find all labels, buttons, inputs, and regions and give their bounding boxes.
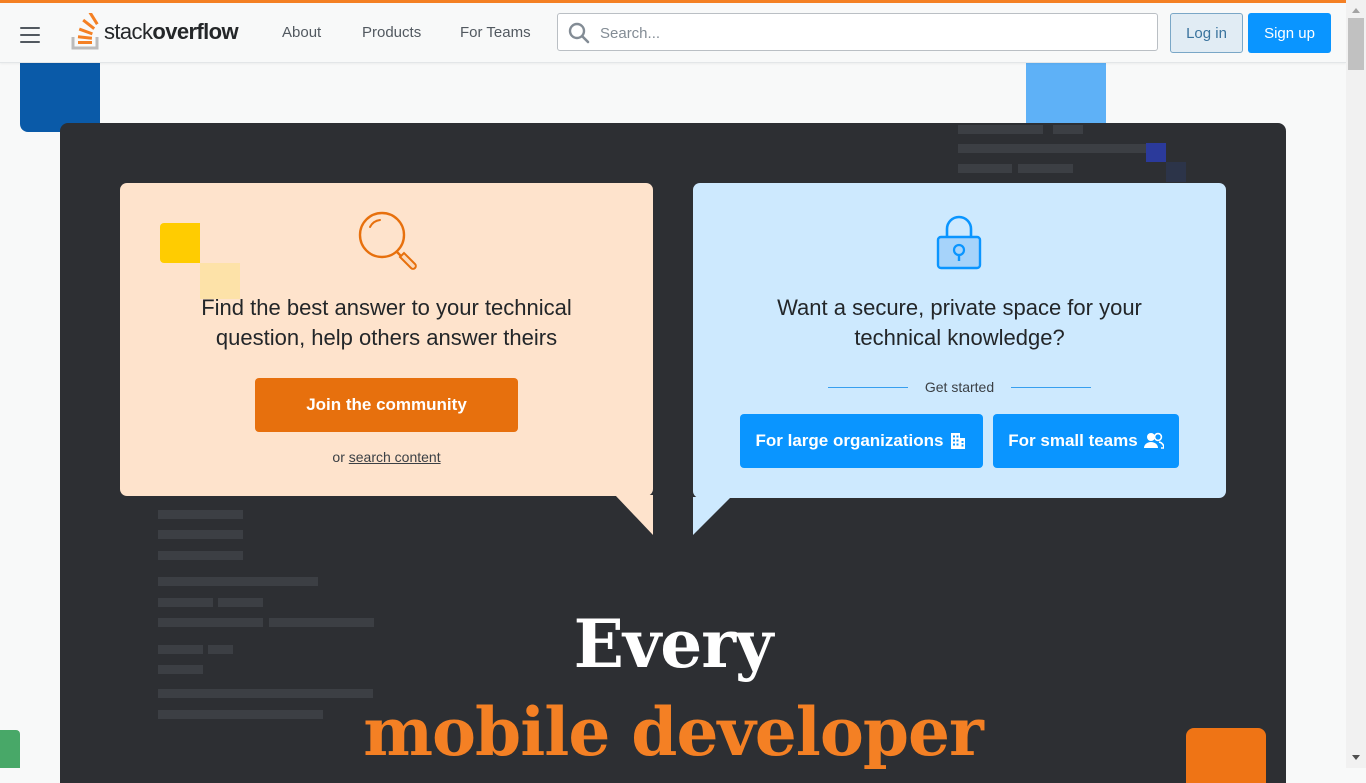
community-card: Find the best answer to your technical q… xyxy=(120,183,653,496)
decor-line xyxy=(958,164,1012,173)
hero-section: Find the best answer to your technical q… xyxy=(60,123,1286,783)
small-teams-label: For small teams xyxy=(1008,431,1138,450)
stack-overflow-logo[interactable]: stackoverflow xyxy=(70,12,239,52)
scroll-down-arrow-icon[interactable] xyxy=(1352,755,1360,760)
get-started-label: Get started xyxy=(924,379,995,395)
decor-line xyxy=(958,144,1148,153)
join-community-button[interactable]: Join the community xyxy=(255,378,518,432)
nav-about[interactable]: About xyxy=(282,24,321,41)
decor-square-navy xyxy=(1146,143,1166,162)
vertical-scrollbar[interactable] xyxy=(1346,0,1366,768)
decor-line xyxy=(1018,164,1073,173)
small-teams-button[interactable]: For small teams xyxy=(993,414,1179,468)
search-input[interactable] xyxy=(598,14,1152,52)
decor-line xyxy=(158,577,318,586)
menu-icon[interactable] xyxy=(20,27,40,43)
decor-square-navy-faint xyxy=(1166,162,1186,182)
nav-products[interactable]: Products xyxy=(362,24,421,41)
scroll-thumb[interactable] xyxy=(1348,18,1364,70)
decor-block-green xyxy=(0,730,20,768)
signup-button[interactable]: Sign up xyxy=(1248,13,1331,53)
decor-line xyxy=(158,510,243,519)
teams-text-line2: technical knowledge? xyxy=(854,325,1065,350)
users-icon xyxy=(1143,432,1164,449)
decor-line xyxy=(958,125,1043,134)
decor-block-orange xyxy=(1186,728,1266,783)
teams-card: Want a secure, private space for your te… xyxy=(693,183,1226,498)
hero-title-line1: Every xyxy=(573,605,774,683)
hero-title-line2: mobile developer xyxy=(363,693,984,771)
top-navigation-bar: stackoverflow About Products For Teams L… xyxy=(0,3,1346,63)
large-organizations-label: For large organizations xyxy=(755,431,944,450)
search-box xyxy=(557,13,1158,52)
community-text-line2: question, help others answer theirs xyxy=(215,325,558,350)
decor-line xyxy=(158,551,243,560)
stack-overflow-logo-icon xyxy=(71,13,99,50)
logo-text: stackoverflow xyxy=(104,19,239,44)
decor-square-yellow xyxy=(160,223,200,263)
search-content-row: or search content xyxy=(120,449,653,465)
decor-line xyxy=(1053,125,1083,134)
scroll-up-arrow-icon[interactable] xyxy=(1352,8,1360,13)
community-text-line1: Find the best answer to your technical xyxy=(201,295,572,320)
or-label: or xyxy=(332,449,345,465)
decor-line xyxy=(158,530,243,539)
building-icon xyxy=(951,433,966,449)
magnifier-icon xyxy=(358,211,417,270)
login-button[interactable]: Log in xyxy=(1170,13,1243,53)
community-card-tail xyxy=(615,495,653,535)
nav-for-teams[interactable]: For Teams xyxy=(460,24,531,41)
search-content-link[interactable]: search content xyxy=(349,449,441,465)
search-icon xyxy=(568,22,590,44)
teams-text-line1: Want a secure, private space for your xyxy=(777,295,1142,320)
padlock-icon xyxy=(936,215,982,270)
teams-card-tail xyxy=(693,497,731,535)
divider-right xyxy=(1011,387,1091,388)
large-organizations-button[interactable]: For large organizations xyxy=(740,414,983,468)
